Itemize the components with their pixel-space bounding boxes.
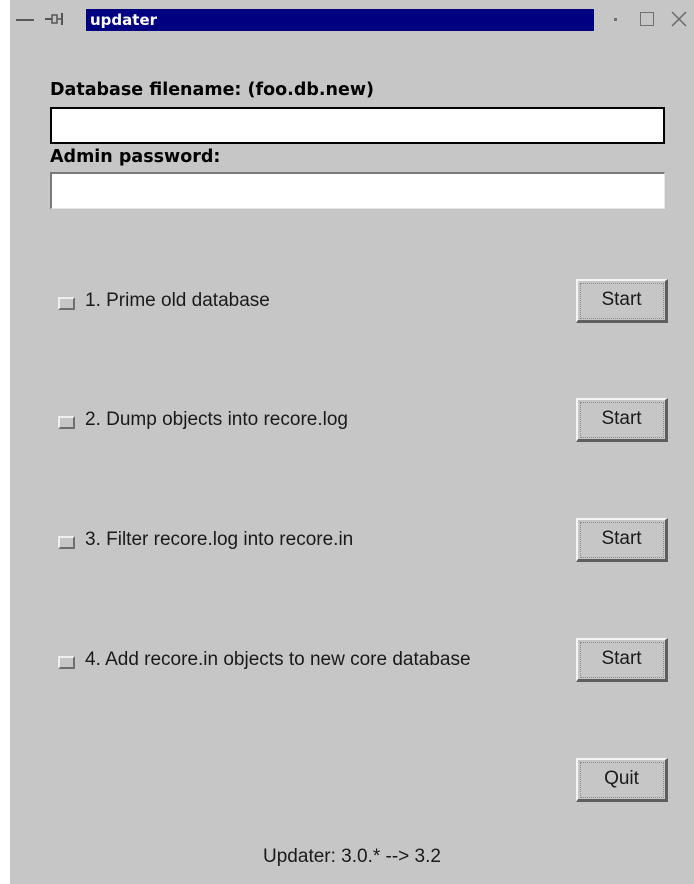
step-2-row: 2. Dump objects into recore.log Start [50,398,668,444]
title-bar[interactable]: updater [10,0,694,40]
admin-password-label: Admin password: [50,147,221,167]
quit-button[interactable]: Quit [576,758,668,802]
close-icon[interactable] [668,8,690,30]
step-3-row: 3. Filter recore.log into recore.in Star… [50,518,668,564]
step-1-row: 1. Prime old database Start [50,279,668,325]
maximize-icon[interactable] [640,12,654,26]
admin-password-field[interactable] [50,172,665,209]
step-2-start-button[interactable]: Start [576,398,668,442]
step-3-checkbox[interactable] [58,536,75,549]
version-status: Updater: 3.0.* --> 3.2 [263,846,441,867]
admin-password-input[interactable] [52,174,664,208]
pin-icon[interactable] [44,8,66,30]
step-4-row: 4. Add recore.in objects to new core dat… [50,638,668,684]
database-filename-field[interactable] [50,107,665,144]
step-4-start-button[interactable]: Start [576,638,668,682]
database-filename-input[interactable] [52,109,664,143]
window-menu-icon[interactable] [14,8,40,30]
minimize-icon[interactable] [614,18,617,21]
step-4-checkbox[interactable] [58,656,75,669]
window-title: updater [86,9,594,31]
step-3-start-button[interactable]: Start [576,518,668,562]
updater-window: updater Database filename: (foo.db.new) … [10,0,694,884]
step-2-checkbox[interactable] [58,416,75,429]
step-4-label: 4. Add recore.in objects to new core dat… [85,649,471,670]
step-1-checkbox[interactable] [58,297,75,310]
step-1-label: 1. Prime old database [85,290,270,311]
step-2-label: 2. Dump objects into recore.log [85,409,348,430]
database-filename-label: Database filename: (foo.db.new) [50,80,375,100]
step-3-label: 3. Filter recore.log into recore.in [85,529,354,550]
step-1-start-button[interactable]: Start [576,279,668,323]
